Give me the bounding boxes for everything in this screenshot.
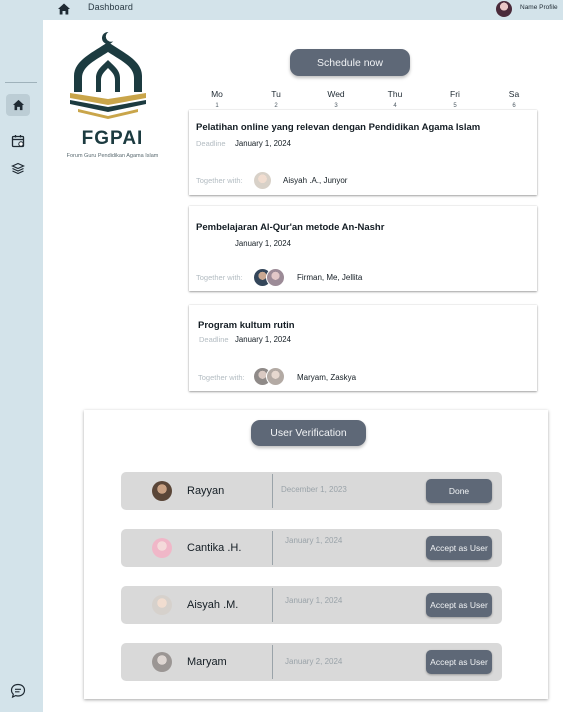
day-name: Sa: [508, 89, 520, 99]
deadline-label: Deadline: [199, 335, 229, 344]
event-card[interactable]: Pelatihan online yang relevan dengan Pen…: [189, 110, 537, 195]
sidebar-item-books[interactable]: [6, 157, 30, 179]
user-name: Aisyah .M.: [187, 599, 239, 611]
logo-title: FGPAI: [81, 128, 144, 149]
logo-subtitle: Forum Guru Pendidikan Agama Islam: [66, 153, 159, 159]
day-tuesday[interactable]: Tu 2: [261, 89, 291, 109]
event-members: Aisyah .A., Junyor: [283, 176, 348, 185]
verification-row: Aisyah .M. January 1, 2024 Accept as Use…: [121, 586, 502, 624]
chat-button[interactable]: [10, 683, 28, 701]
member-avatars: [253, 367, 285, 386]
row-divider: [272, 474, 273, 508]
sidebar-item-home[interactable]: [6, 94, 30, 116]
avatar: [266, 268, 285, 287]
accept-as-user-button[interactable]: Accept as User: [426, 536, 492, 560]
row-divider: [272, 531, 273, 565]
row-divider: [272, 645, 273, 679]
sidebar-divider: [5, 82, 37, 83]
day-wednesday[interactable]: Wed 3: [321, 89, 351, 109]
user-verification-button[interactable]: User Verification: [251, 420, 366, 446]
chat-icon: [10, 683, 26, 699]
user-date: January 1, 2024: [285, 536, 343, 545]
day-number: 6: [512, 103, 516, 109]
sidebar: [0, 0, 43, 712]
user-date: December 1, 2023: [281, 485, 347, 494]
profile-avatar[interactable]: [496, 1, 512, 17]
event-members: Maryam, Zaskya: [297, 373, 357, 382]
day-name: Wed: [327, 89, 345, 99]
row-divider: [272, 588, 273, 622]
day-saturday[interactable]: Sa 6: [499, 89, 529, 109]
avatar: [152, 481, 172, 501]
event-card[interactable]: Pembelajaran Al-Qur'an metode An-Nashr J…: [189, 206, 537, 291]
avatar: [152, 595, 172, 615]
user-date: January 2, 2024: [285, 657, 343, 666]
user-name: Rayyan: [187, 485, 225, 497]
day-name: Tu: [271, 89, 281, 99]
user-name: Cantika .H.: [187, 542, 242, 554]
day-friday[interactable]: Fri 5: [440, 89, 470, 109]
day-number: 5: [453, 103, 457, 109]
home-icon: [12, 99, 24, 111]
avatar: [253, 171, 272, 190]
user-date: January 1, 2024: [285, 596, 343, 605]
event-title: Pembelajaran Al-Qur'an metode An-Nashr: [196, 222, 385, 233]
deadline-label: Deadline: [196, 139, 226, 148]
mosque-book-logo-icon: [70, 31, 146, 119]
day-number: 3: [334, 103, 338, 109]
schedule-now-button[interactable]: Schedule now: [290, 49, 410, 76]
day-name: Fri: [450, 89, 460, 99]
event-date: January 1, 2024: [235, 335, 291, 344]
verification-row: Cantika .H. January 1, 2024 Accept as Us…: [121, 529, 502, 567]
avatar: [152, 538, 172, 558]
day-monday[interactable]: Mo 1: [202, 89, 232, 109]
user-name: Maryam: [187, 656, 227, 668]
day-name: Mo: [211, 89, 223, 99]
accept-as-user-button[interactable]: Accept as User: [426, 650, 492, 674]
day-thursday[interactable]: Thu 4: [380, 89, 410, 109]
together-label: Together with:: [196, 176, 243, 185]
event-members: Firman, Me, Jellita: [297, 273, 363, 282]
avatar: [266, 367, 285, 386]
home-icon[interactable]: [57, 2, 71, 16]
breadcrumb[interactable]: Dashboard: [88, 2, 133, 12]
avatar: [152, 652, 172, 672]
day-name: Thu: [387, 89, 403, 99]
event-card[interactable]: Program kultum rutin Deadline January 1,…: [189, 305, 537, 391]
profile-name[interactable]: Name Profile: [520, 4, 558, 11]
day-number: 2: [274, 103, 278, 109]
event-date: January 1, 2024: [235, 239, 291, 248]
event-title: Pelatihan online yang relevan dengan Pen…: [196, 122, 481, 133]
verification-row: Rayyan December 1, 2023 Done: [121, 472, 502, 510]
event-date: January 1, 2024: [235, 139, 291, 148]
member-avatars: [253, 268, 285, 287]
together-label: Together with:: [196, 273, 243, 282]
member-avatars: [253, 171, 272, 190]
accept-as-user-button[interactable]: Accept as User: [426, 593, 492, 617]
together-label: Together with:: [198, 373, 245, 382]
top-bar: Dashboard Name Profile: [43, 0, 563, 20]
day-number: 4: [393, 103, 397, 109]
sidebar-item-calendar[interactable]: [6, 130, 30, 152]
event-title: Program kultum rutin: [198, 320, 295, 331]
books-icon: [11, 162, 25, 174]
verification-row: Maryam January 2, 2024 Accept as User: [121, 643, 502, 681]
done-button[interactable]: Done: [426, 479, 492, 503]
calendar-icon: [11, 135, 25, 148]
fgpai-logo: FGPAI: [60, 26, 170, 166]
day-number: 1: [215, 103, 219, 109]
